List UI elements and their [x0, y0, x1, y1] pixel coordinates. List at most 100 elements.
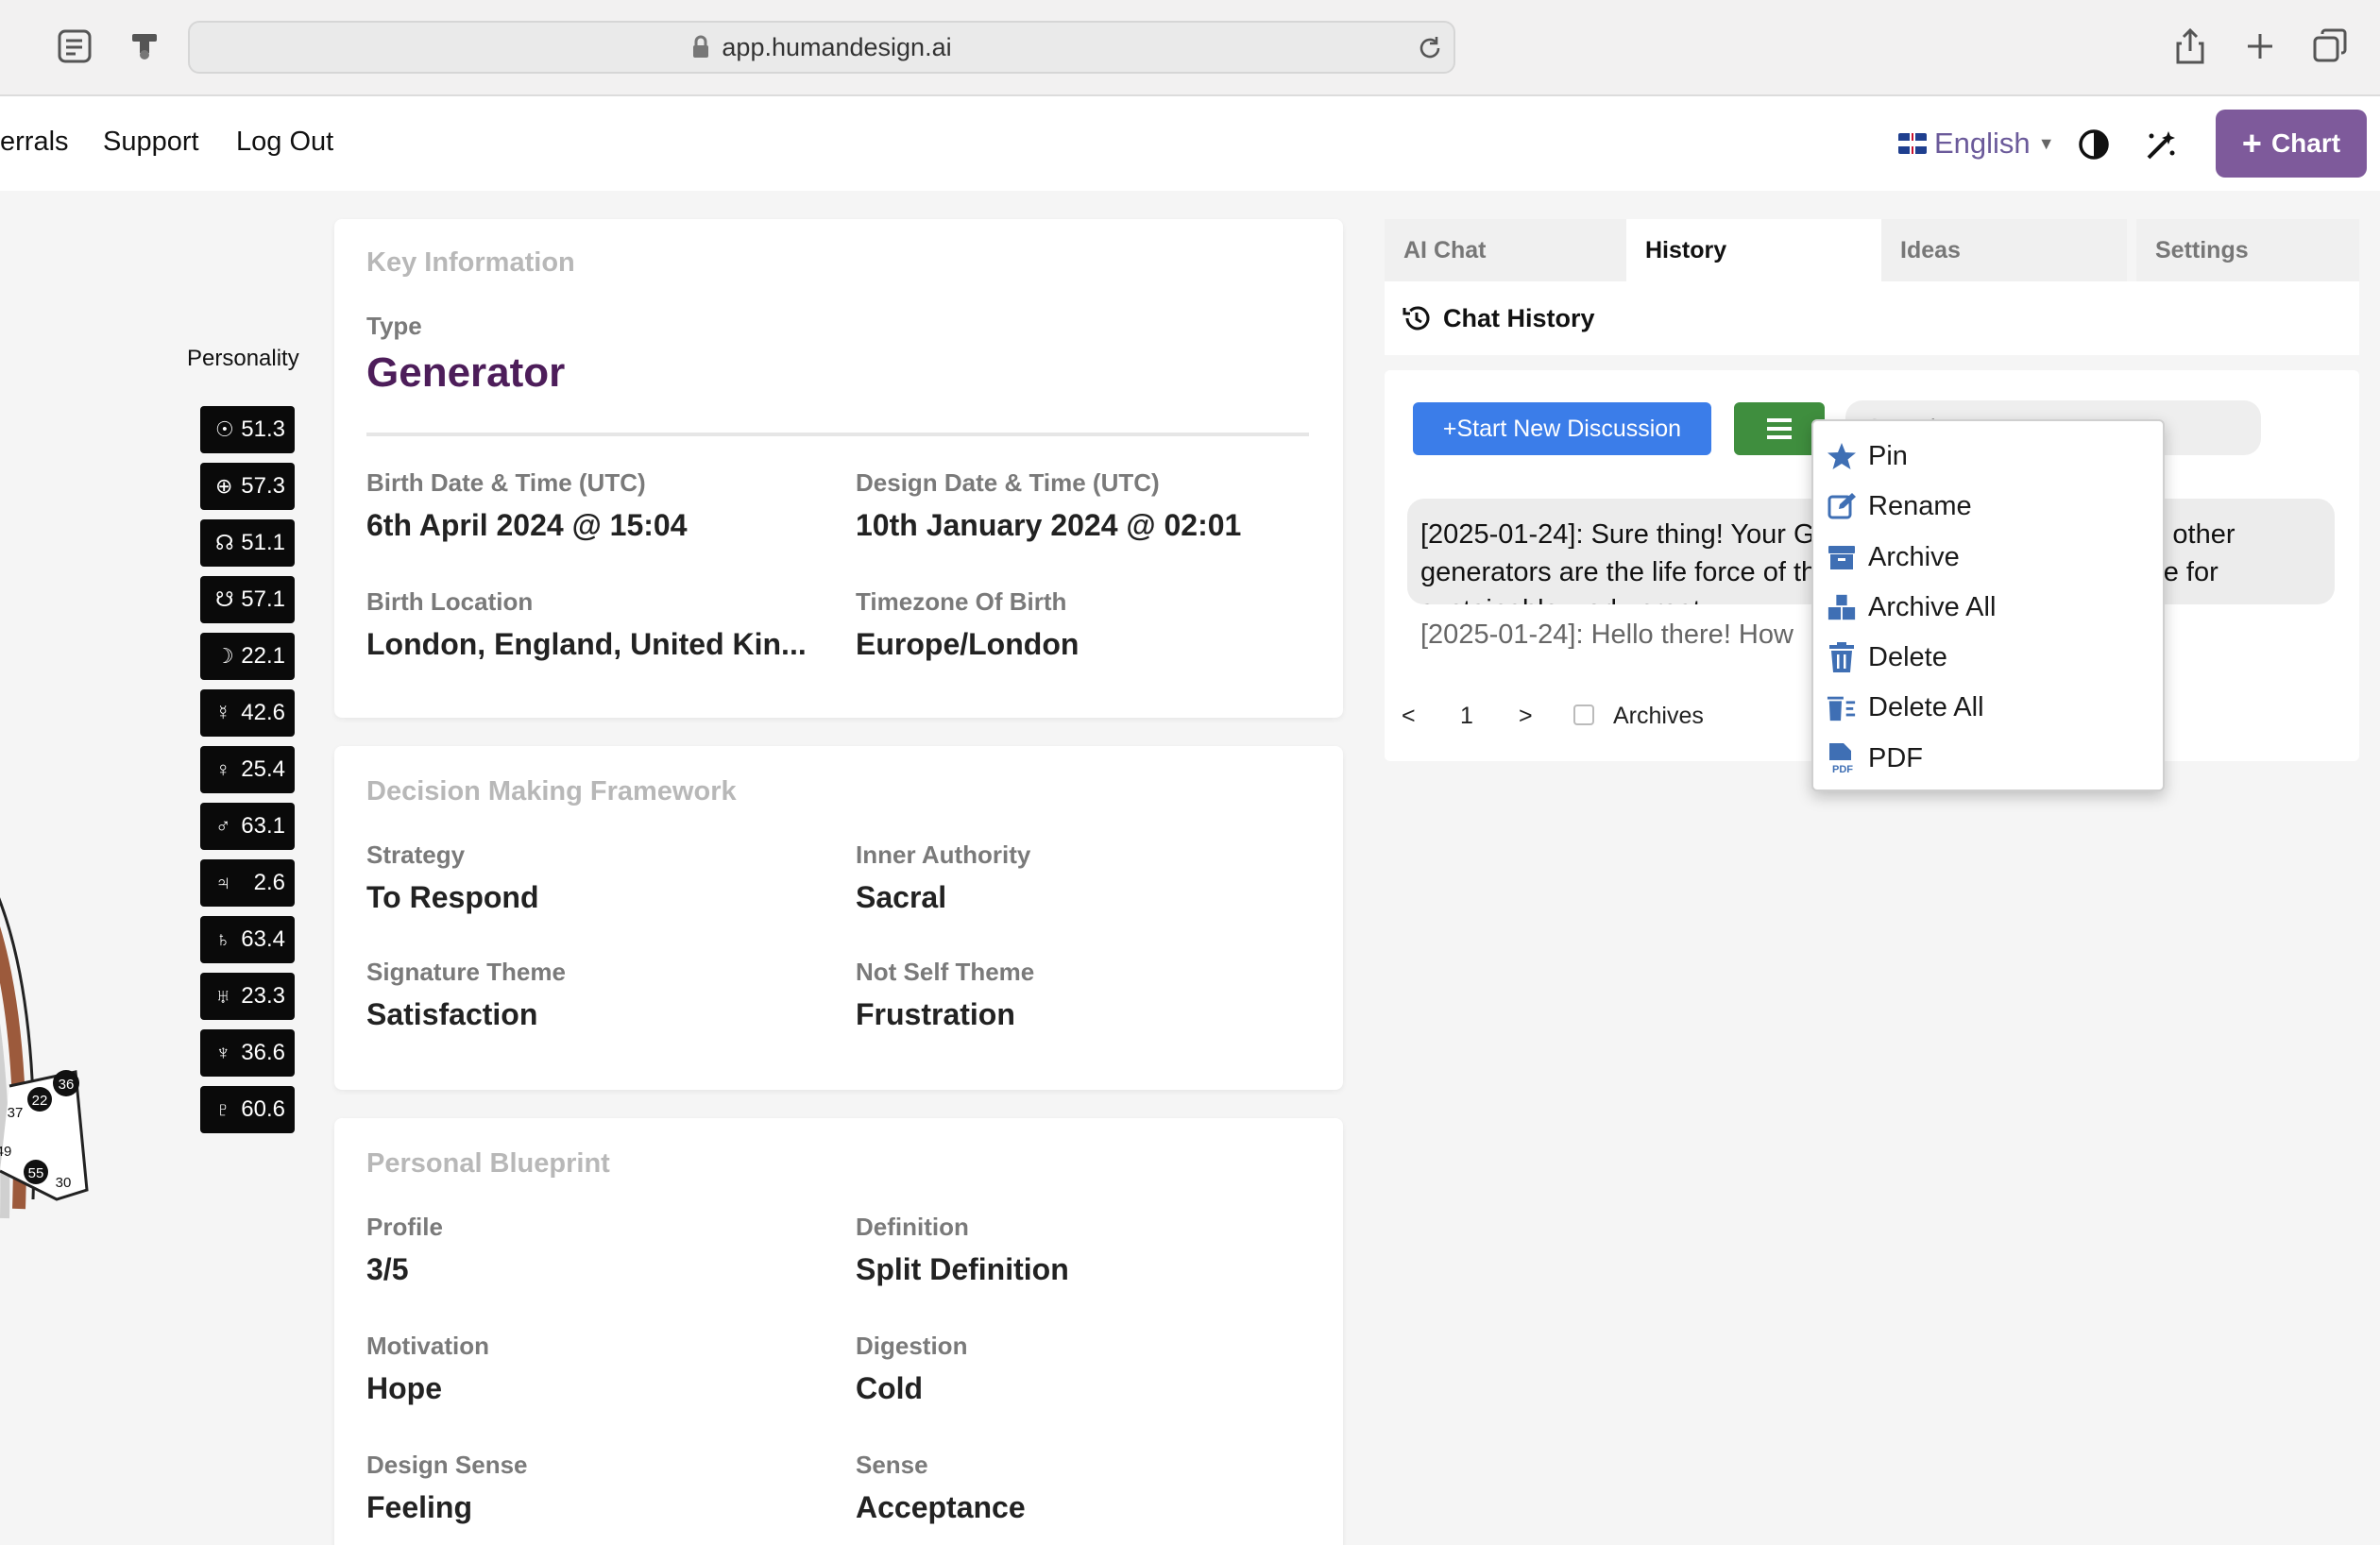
personality-label: Personality: [187, 346, 299, 371]
design-sense-label: Design Sense: [366, 1451, 528, 1479]
menu-item-delete-all[interactable]: Delete All: [1827, 686, 1984, 729]
gate-activation[interactable]: ♄ 63.4: [200, 916, 295, 963]
divider: [366, 433, 1309, 436]
planet-glyph-icon: ♅: [215, 984, 231, 1008]
menu-item-label: Delete All: [1868, 691, 1984, 722]
gate-activation[interactable]: ☋ 57.1: [200, 576, 295, 623]
archives-checkbox[interactable]: [1573, 705, 1594, 725]
magic-wand-icon[interactable]: [2144, 128, 2178, 167]
planet-glyph-icon: ☋: [215, 587, 234, 611]
menu-item-pdf[interactable]: PDF PDF: [1827, 737, 1923, 780]
add-chart-button[interactable]: + Chart: [2216, 110, 2367, 178]
gate-value: 23.3: [241, 983, 285, 1009]
dark-mode-toggle-icon[interactable]: [2078, 128, 2110, 165]
share-icon[interactable]: [2168, 25, 2212, 68]
gate-value: 57.1: [241, 586, 285, 612]
gate-activation[interactable]: ♂ 63.1: [200, 803, 295, 850]
archives-label: Archives: [1613, 703, 1704, 729]
bodygraph-mandala: 36 22 37 49 55 30: [0, 897, 89, 1219]
tab-settings[interactable]: Settings: [2136, 219, 2359, 281]
nav-logout-link[interactable]: Log Out: [236, 127, 333, 158]
browser-toolbar: app.humandesign.ai: [0, 0, 2380, 96]
tab-history[interactable]: History: [1626, 219, 1881, 281]
extension-icon[interactable]: [123, 25, 166, 68]
gate-activation[interactable]: ♇ 60.6: [200, 1086, 295, 1133]
gate-value: 51.1: [241, 530, 285, 555]
tab-overview-icon[interactable]: [2308, 25, 2352, 68]
gate-number-55: 55: [28, 1165, 44, 1181]
motivation-value: Hope: [366, 1371, 442, 1405]
type-label: Type: [366, 312, 422, 340]
menu-item-delete[interactable]: Delete: [1827, 636, 1947, 679]
gate-value: 63.4: [241, 926, 285, 952]
card-title: Key Information: [366, 247, 575, 278]
right-panel-tabs: AI Chat History Ideas Settings: [1385, 219, 2359, 281]
gate-value: 57.3: [241, 473, 285, 499]
chat-history-header: Chat History: [1385, 281, 2359, 355]
inner-authority-label: Inner Authority: [856, 840, 1031, 869]
prev-page-button[interactable]: <: [1402, 703, 1416, 730]
menu-item-rename[interactable]: Rename: [1827, 484, 1972, 528]
history-entry[interactable]: [2025-01-24]: Hello there! How: [1420, 620, 1794, 651]
profile-label: Profile: [366, 1213, 443, 1241]
menu-item-label: Rename: [1868, 490, 1972, 521]
personal-blueprint-card: Personal Blueprint Profile 3/5 Definitio…: [334, 1118, 1343, 1545]
planet-glyph-icon: ♂: [215, 814, 231, 838]
design-sense-value: Feeling: [366, 1490, 473, 1524]
add-chart-label: Chart: [2270, 128, 2341, 158]
start-new-discussion-button[interactable]: +Start New Discussion: [1413, 402, 1711, 455]
tab-ideas[interactable]: Ideas: [1881, 219, 2127, 281]
planet-glyph-icon: ♇: [215, 1097, 231, 1121]
not-self-theme-label: Not Self Theme: [856, 958, 1035, 986]
menu-item-label: Pin: [1868, 440, 1908, 471]
reload-icon[interactable]: [1416, 34, 1444, 67]
uk-flag-icon: [1898, 133, 1927, 154]
planet-glyph-icon: ♃: [215, 871, 231, 894]
gate-value: 2.6: [253, 870, 285, 895]
tab-ai-chat[interactable]: AI Chat: [1385, 219, 1626, 281]
gate-activation[interactable]: ☉ 51.3: [200, 406, 295, 453]
sidebar-toggle-icon[interactable]: [53, 25, 96, 68]
new-tab-icon[interactable]: [2238, 25, 2282, 68]
gate-activation[interactable]: ♀ 25.4: [200, 746, 295, 793]
gate-activation[interactable]: ♆ 36.6: [200, 1029, 295, 1077]
sense-label: Sense: [856, 1451, 928, 1479]
gate-activation[interactable]: ☿ 42.6: [200, 689, 295, 737]
gate-value: 63.1: [241, 813, 285, 839]
gate-activation[interactable]: ♃ 2.6: [200, 859, 295, 907]
planet-glyph-icon: ☿: [215, 701, 231, 724]
menu-item-archive[interactable]: Archive: [1827, 535, 1960, 579]
menu-item-label: PDF: [1868, 742, 1923, 773]
key-information-card: Key Information Type Generator Birth Dat…: [334, 219, 1343, 718]
address-bar[interactable]: app.humandesign.ai: [188, 21, 1455, 74]
gate-value: 51.3: [241, 416, 285, 442]
language-selector[interactable]: English ▼: [1898, 127, 2055, 161]
gate-activation[interactable]: ⊕ 57.3: [200, 463, 295, 510]
inner-authority-value: Sacral: [856, 880, 947, 914]
edit-icon: [1827, 489, 1857, 523]
birth-datetime-value: 6th April 2024 @ 15:04: [366, 508, 688, 542]
next-page-button[interactable]: >: [1519, 703, 1533, 730]
gate-number-37: 37: [8, 1105, 24, 1121]
gate-activation[interactable]: ☊ 51.1: [200, 519, 295, 567]
planet-glyph-icon: ☽: [215, 644, 234, 668]
gate-activation[interactable]: ☽ 22.1: [200, 633, 295, 680]
menu-item-label: Delete: [1868, 641, 1947, 672]
archive-icon: [1827, 540, 1857, 574]
gate-value: 60.6: [241, 1096, 285, 1122]
timezone-value: Europe/London: [856, 627, 1080, 661]
svg-text:PDF: PDF: [1832, 764, 1853, 775]
definition-value: Split Definition: [856, 1252, 1069, 1286]
personality-gates-list: ☉ 51.3 ⊕ 57.3 ☊ 51.1 ☋ 57.1 ☽ 22.1 ☿ 42.6 ♀ 25.4 ♂ 63.1…: [200, 406, 295, 1143]
star-icon: [1827, 439, 1857, 473]
lock-icon: [693, 35, 709, 58]
nav-referrals-link[interactable]: errals: [0, 127, 69, 158]
type-value: Generator: [366, 349, 566, 396]
menu-item-archive-all[interactable]: Archive All: [1827, 586, 1996, 629]
archive-all-icon: [1827, 590, 1857, 624]
nav-support-link[interactable]: Support: [103, 127, 199, 158]
digestion-label: Digestion: [856, 1332, 968, 1360]
menu-item-pin[interactable]: Pin: [1827, 434, 1908, 478]
gate-activation[interactable]: ♅ 23.3: [200, 973, 295, 1020]
card-title: Decision Making Framework: [366, 776, 737, 806]
